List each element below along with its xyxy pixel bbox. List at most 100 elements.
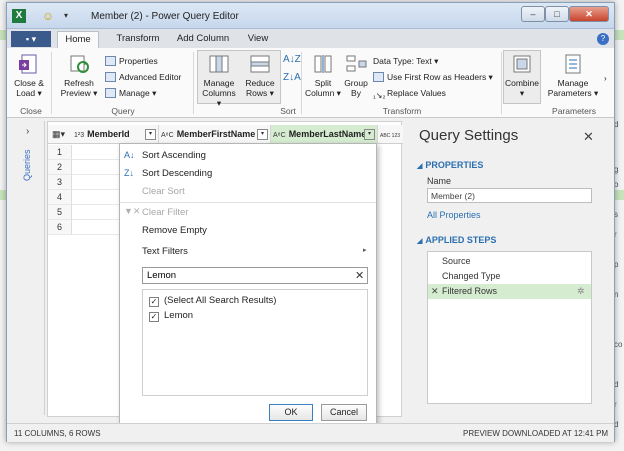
filter-search-box[interactable]: ✕ [142, 267, 368, 284]
maximize-button[interactable]: □ [545, 6, 569, 22]
group-label-sort: Sort [280, 106, 296, 116]
close-load-icon [19, 54, 37, 74]
cancel-button[interactable]: Cancel [321, 404, 367, 421]
tab-transform[interactable]: Transform [107, 31, 169, 48]
applied-step-source[interactable]: Source [428, 254, 591, 269]
manage-parameters-icon [565, 54, 581, 74]
checkbox-label: Lemon [164, 310, 194, 321]
text-type-icon[interactable]: A⁸C [161, 132, 174, 139]
step-settings-gear-icon[interactable]: ✲ [577, 284, 585, 299]
filter-dropdown-button-active[interactable]: ▾ [364, 129, 375, 140]
column-header-memberfirstname[interactable]: A⁸C MemberFirstName [159, 125, 271, 144]
file-tab[interactable]: ▪ ▾ [11, 31, 51, 47]
filter-dropdown-button[interactable]: ▾ [257, 129, 268, 140]
close-settings-icon[interactable]: ✕ [583, 129, 594, 145]
delete-step-icon[interactable]: ✕ [431, 284, 439, 299]
ribbon-tab-bar: ▪ ▾ Home Transform Add Column View ? [7, 29, 614, 48]
replace-values-label: Replace Values [387, 88, 446, 98]
close-and-load-button[interactable]: Close & Load ▾ [11, 52, 47, 98]
properties-section-header[interactable]: ◢ PROPERTIES [417, 160, 483, 170]
close-window-button[interactable]: ✕ [569, 6, 609, 22]
collapse-triangle-icon: ◢ [417, 238, 423, 245]
applied-step-changed-type[interactable]: Changed Type [428, 269, 591, 284]
expand-queries-icon[interactable]: › [26, 126, 29, 137]
collapse-triangle-icon: ◢ [417, 163, 423, 170]
status-bar: 11 COLUMNS, 6 ROWS PREVIEW DOWNLOADED AT… [7, 423, 614, 442]
sort-ascending-item[interactable]: Sort Ascending [142, 150, 206, 161]
tab-home[interactable]: Home [57, 31, 99, 48]
applied-steps-section-header[interactable]: ◢ APPLIED STEPS [417, 235, 496, 245]
value-checkbox-row[interactable]: ✓ Lemon [149, 310, 193, 322]
row-number[interactable]: 2 [48, 160, 72, 175]
filter-dropdown-button[interactable]: ▾ [145, 129, 156, 140]
properties-button[interactable]: Properties [105, 56, 158, 66]
combine-button[interactable]: Combine ▾ [503, 52, 541, 98]
any-type-icon[interactable]: ABC 123 [380, 133, 400, 139]
checkbox-checked[interactable]: ✓ [149, 312, 159, 322]
excel-icon[interactable]: X [12, 9, 26, 23]
row-number[interactable]: 3 [48, 175, 72, 190]
manage-parameters-label-1: Manage [557, 78, 589, 88]
clear-sort-item[interactable]: Clear Sort [142, 186, 185, 197]
manage-button[interactable]: Manage ▾ [105, 88, 156, 99]
combine-icon [513, 55, 531, 73]
title-bar: X ☺ ▾ Member (2) - Power Query Editor – … [7, 3, 614, 29]
row-number[interactable]: 5 [48, 205, 72, 220]
minimize-button[interactable]: – [521, 6, 545, 22]
advanced-editor-button[interactable]: Advanced Editor [105, 72, 181, 82]
replace-values-button[interactable]: ₁↘₂Replace Values [373, 88, 446, 101]
checkbox-label: (Select All Search Results) [164, 295, 277, 306]
row-number[interactable]: 4 [48, 190, 72, 205]
data-type-dropdown[interactable]: Data Type: Text ▾ [373, 56, 438, 67]
text-filters-item[interactable]: Text Filters [142, 246, 188, 257]
help-icon[interactable]: ? [597, 33, 609, 45]
tab-view[interactable]: View [241, 31, 275, 48]
group-by-button[interactable]: Group By [341, 52, 371, 98]
filter-search-input[interactable] [147, 269, 347, 282]
sort-ascending-icon[interactable]: A↓Z [283, 54, 301, 65]
excel-cell-fragment: d [614, 420, 619, 429]
whole-number-type-icon[interactable]: 1²3 [74, 132, 84, 139]
ok-button[interactable]: OK [269, 404, 313, 421]
text-type-icon[interactable]: A⁸C [273, 132, 286, 139]
sort-descending-item[interactable]: Sort Descending [142, 168, 212, 179]
excel-cell-fragment: n [614, 290, 619, 299]
split-column-button[interactable]: Split Column ▾ [305, 52, 341, 98]
use-first-row-as-headers-button[interactable]: Use First Row as Headers ▾ [373, 72, 493, 83]
column-header-memberlastname[interactable]: A⁸C MemberLastName [271, 125, 378, 144]
clear-filter-item[interactable]: Clear Filter [142, 207, 188, 218]
ribbon-scroll-right-icon[interactable]: › [604, 74, 607, 83]
refresh-preview-button[interactable]: Refresh Preview ▾ [59, 52, 99, 98]
applied-step-filtered-rows[interactable]: ✕ Filtered Rows ✲ [428, 284, 591, 299]
queries-pane-label[interactable]: Queries [22, 149, 32, 181]
combine-dropdown-icon: ▾ [519, 88, 525, 98]
group-by-label-2: By [351, 88, 361, 98]
column-header-partial[interactable]: ABC 123Me [378, 125, 403, 144]
submenu-arrow-icon: ▸ [363, 247, 367, 254]
section-title: PROPERTIES [425, 160, 484, 170]
refresh-icon [70, 55, 89, 73]
select-all-checkbox-row[interactable]: ✓ (Select All Search Results) [149, 295, 276, 307]
clear-search-icon[interactable]: ✕ [355, 269, 364, 282]
row-number[interactable]: 1 [48, 145, 72, 160]
group-label-parameters: Parameters [552, 106, 596, 116]
table-menu-icon[interactable]: ▦▾ [52, 129, 65, 140]
group-separator [501, 52, 502, 114]
all-properties-link[interactable]: All Properties [427, 210, 481, 220]
manage-parameters-button[interactable]: Manage Parameters ▾ [545, 52, 601, 98]
window-title: Member (2) - Power Query Editor [91, 11, 239, 22]
tab-add-column[interactable]: Add Column [171, 31, 235, 48]
quick-access-dropdown-icon[interactable]: ▾ [59, 9, 73, 23]
headers-icon [373, 72, 384, 82]
query-name-input[interactable] [427, 188, 592, 203]
section-title: APPLIED STEPS [425, 235, 497, 245]
row-number[interactable]: 6 [48, 220, 72, 235]
excel-cell-fragment: r [614, 230, 617, 239]
manage-columns-button[interactable]: Manage Columns ▾ [199, 52, 239, 108]
applied-steps-list: Source Changed Type ✕ Filtered Rows ✲ [427, 251, 592, 404]
checkbox-checked[interactable]: ✓ [149, 297, 159, 307]
smiley-feedback-icon[interactable]: ☺ [41, 9, 55, 23]
reduce-rows-button[interactable]: Reduce Rows ▾ [241, 52, 279, 98]
sort-descending-icon[interactable]: Z↓A [283, 72, 301, 83]
remove-empty-item[interactable]: Remove Empty [142, 225, 207, 236]
